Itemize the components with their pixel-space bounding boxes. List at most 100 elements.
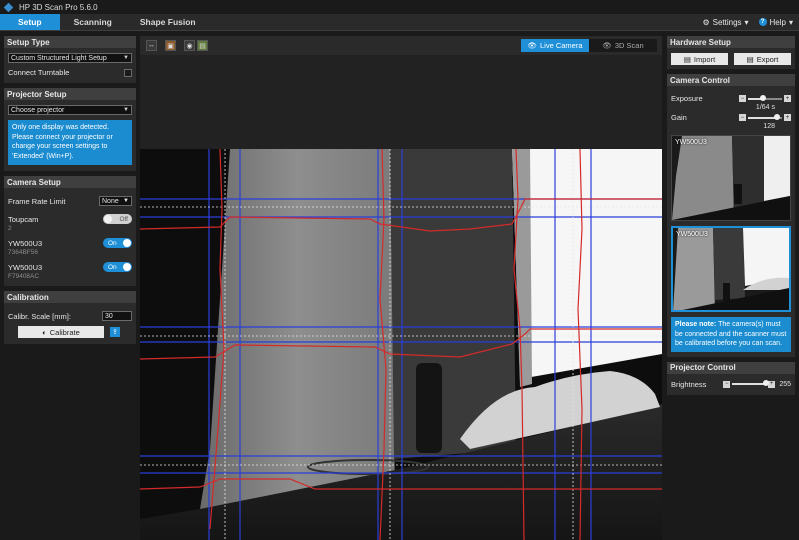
scan-3d-button[interactable]: 👁 3D Scan: [589, 39, 657, 52]
gain-plus-button[interactable]: +: [784, 114, 791, 121]
camera-icon: ◉: [186, 42, 193, 50]
projector-control-section: Projector Control Brightness − + 255: [667, 361, 795, 395]
exposure-slider[interactable]: − +: [739, 94, 791, 102]
frame-rate-select[interactable]: None ▼: [99, 196, 132, 206]
menu-right: ⚙ Settings ▾ ? Help ▾: [702, 14, 799, 30]
upload-icon: ⇪: [112, 329, 118, 336]
toggle-knob: [123, 239, 131, 247]
setup-type-value: Custom Structured Light Setup: [11, 54, 107, 62]
calibrate-button[interactable]: ◐ Calibrate: [18, 326, 104, 338]
gain-fill: [748, 116, 777, 119]
window-bright: [512, 149, 662, 379]
calibration-info-button[interactable]: ⇪: [110, 327, 120, 337]
camera-pair-button[interactable]: ◉: [184, 40, 195, 51]
chevron-down-icon: ▼: [123, 107, 129, 113]
export-icon: ▤: [746, 54, 754, 64]
calibrate-icon: ◐: [42, 327, 47, 337]
exposure-label: Exposure: [671, 94, 703, 103]
fit-view-button[interactable]: ↔: [146, 40, 157, 51]
export-label: Export: [756, 54, 779, 64]
gain-row: Gain − +: [667, 113, 795, 122]
gain-track[interactable]: [748, 113, 782, 120]
brightness-fill: [732, 383, 767, 385]
settings-label: Settings: [712, 17, 742, 27]
camera-thumbnail-selected[interactable]: YW500U3: [671, 226, 791, 312]
gain-value: 128: [763, 123, 775, 130]
turntable-label: Connect Turntable: [8, 68, 70, 77]
right-panel: Hardware Setup ▤ Import ▤ Export Camera …: [667, 36, 795, 400]
projector-setup-section: Projector Setup Choose projector ▼ Only …: [4, 88, 136, 171]
camera-toggle[interactable]: Off: [103, 214, 132, 224]
gain-minus-button[interactable]: −: [739, 114, 746, 121]
calibration-scale-row: Calibr. Scale [mm]: 30: [4, 311, 136, 321]
setup-type-section: Setup Type Custom Structured Light Setup…: [4, 36, 136, 83]
turntable-checkbox[interactable]: [124, 68, 132, 77]
viewer-toolbar: ↔ ▣ ◉ ▤ 👁 Live Camera 👁 3D Scan: [140, 36, 662, 55]
left-panel: Setup Type Custom Structured Light Setup…: [4, 36, 136, 349]
calibration-scale-label: Calibr. Scale [mm]:: [8, 311, 71, 321]
note-heading: Please note:: [675, 321, 717, 328]
frame-rate-row: Frame Rate Limit None ▼: [4, 196, 136, 206]
live-camera-button[interactable]: 👁 Live Camera: [521, 39, 589, 52]
camera-control-header: Camera Control: [667, 74, 795, 86]
brightness-slider[interactable]: − + 255: [723, 380, 791, 388]
projector-select[interactable]: Choose projector ▼: [8, 105, 132, 115]
toggle-knob: [104, 215, 112, 223]
toggle-state: Off: [119, 215, 128, 223]
import-icon: ▤: [683, 54, 691, 64]
eye-icon: 👁: [602, 41, 612, 50]
calibrate-label: Calibrate: [49, 327, 80, 337]
gain-slider[interactable]: − +: [739, 113, 791, 121]
exposure-thumb[interactable]: [760, 94, 767, 101]
camera-row: YW500U3 On: [4, 238, 136, 248]
camera-toggle[interactable]: On: [103, 262, 132, 272]
exposure-plus-button[interactable]: +: [784, 95, 791, 102]
camera-row: YW500U3 On: [4, 262, 136, 272]
tab-scanning[interactable]: Scanning: [60, 14, 126, 30]
camera-name: YW500U3: [8, 238, 43, 248]
camera-serial: 7364BF56: [8, 249, 38, 256]
image-icon: ▣: [167, 42, 174, 50]
brightness-track[interactable]: [732, 380, 770, 386]
tab-shape-fusion[interactable]: Shape Fusion: [126, 14, 210, 30]
help-menu[interactable]: ? Help ▾: [758, 18, 793, 27]
camera-setup-section: Camera Setup Frame Rate Limit None ▼ Tou…: [4, 176, 136, 286]
turntable-row: Connect Turntable: [4, 68, 136, 77]
calibration-section: Calibration Calibr. Scale [mm]: 30 ◐ Cal…: [4, 291, 136, 344]
import-button[interactable]: ▤ Import: [671, 53, 728, 65]
live-camera-label: Live Camera: [540, 41, 583, 50]
brightness-label: Brightness: [671, 379, 707, 389]
toggle-knob: [123, 263, 131, 271]
brightness-minus-button[interactable]: −: [723, 380, 731, 388]
projector-info-box: Only one display was detected. Please co…: [8, 120, 132, 165]
camera-setup-header: Camera Setup: [4, 176, 136, 188]
app-logo-icon: [3, 2, 14, 12]
calibration-header: Calibration: [4, 291, 136, 303]
camera-toggle[interactable]: On: [103, 238, 132, 248]
chevron-down-icon: ▼: [123, 198, 129, 204]
view-mode-switch: 👁 Live Camera 👁 3D Scan: [521, 39, 657, 52]
import-label: Import: [693, 54, 716, 64]
export-button[interactable]: ▤ Export: [734, 53, 791, 65]
image-view-button[interactable]: ▣: [165, 40, 176, 51]
tab-setup[interactable]: Setup: [0, 14, 60, 30]
exposure-value: 1/64 s: [755, 104, 775, 111]
camera-serial: 2: [8, 225, 12, 232]
camera-control-section: Camera Control Exposure − + 1/64 s Gain …: [667, 74, 795, 357]
calibration-scale-input[interactable]: 30: [102, 311, 132, 321]
thumbnail-image: [673, 228, 789, 310]
thumbnail-label: YW500U3: [676, 231, 708, 238]
title-bar: HP 3D Scan Pro 5.6.0: [0, 0, 799, 14]
folder-button[interactable]: ▤: [197, 40, 208, 51]
brightness-plus-button[interactable]: +: [768, 380, 776, 388]
live-camera-image[interactable]: [140, 149, 662, 540]
settings-menu[interactable]: ⚙ Settings ▾: [702, 18, 748, 27]
camera-thumbnail[interactable]: YW500U3: [671, 135, 791, 221]
eye-icon: 👁: [527, 41, 537, 50]
calibration-note: Please note: The camera(s) must be conne…: [671, 317, 791, 352]
gain-thumb[interactable]: [773, 113, 780, 120]
projector-control-header: Projector Control: [667, 361, 795, 374]
setup-type-select[interactable]: Custom Structured Light Setup ▼: [8, 53, 132, 63]
exposure-track[interactable]: [748, 94, 782, 101]
exposure-minus-button[interactable]: −: [739, 95, 746, 102]
